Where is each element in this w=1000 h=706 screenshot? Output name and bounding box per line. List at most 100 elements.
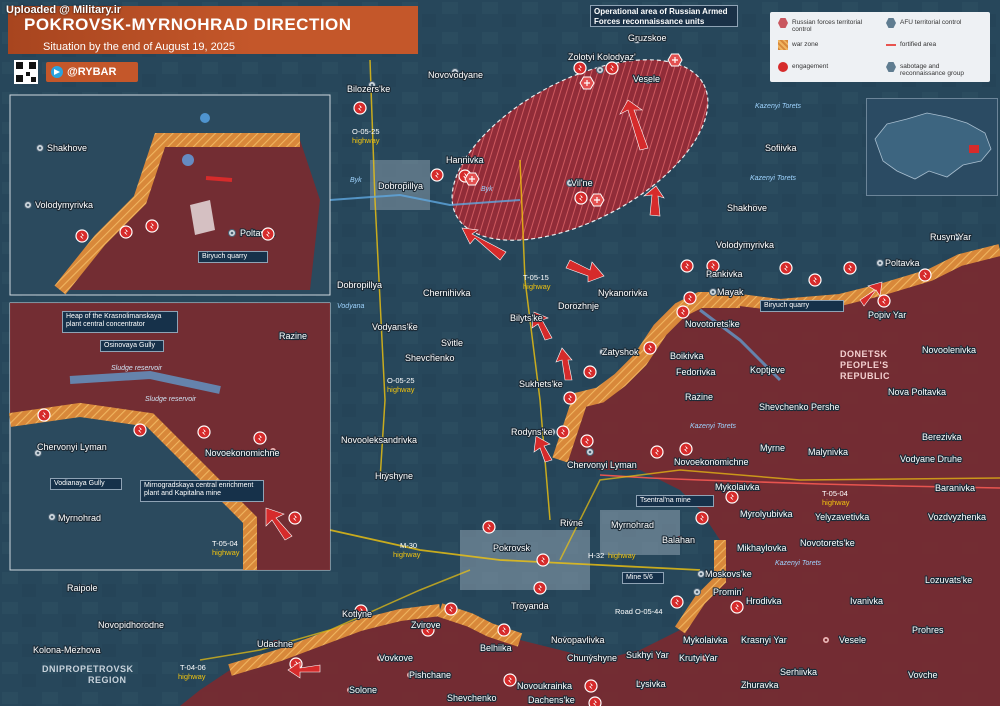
settlement-label: Zhuravka [741,680,779,690]
svg-text:highway: highway [212,548,240,557]
svg-text:highway: highway [393,550,421,559]
region-label-donetsk-1: DONETSK [840,349,888,359]
highway-label: Road O-05-44 [615,607,663,616]
settlement-label: Lozuvats'ke [925,575,972,585]
settlement-label: Nykanorivka [598,288,648,298]
brand-handle-button[interactable]: @RYBAR [46,62,138,82]
watermark-text: Uploaded @ Military.ir [6,4,122,16]
settlement-label: Gruzskoe [628,33,667,43]
settlement-label: Shevchenko [405,353,455,363]
inset-bottom-label-myrnohrad: Myrnohrad [58,513,101,523]
settlement-label: Raipole [67,583,98,593]
region-label-donetsk-3: REPUBLIC [840,371,890,381]
settlement-label: Pokrovsk [493,543,531,553]
settlement-label: Sukhets'ke [519,379,563,389]
page-subtitle: Situation by the end of August 19, 2025 [43,41,236,53]
river-label: Kazenyi Torets [755,103,802,110]
svg-text:highway: highway [608,551,636,560]
inset-top-callout-biryuch-quarry: Biryuch quarry [198,251,268,263]
settlement-label: Zatyshok [602,347,639,357]
qr-code-icon[interactable] [14,60,38,84]
ukraine-locator-map [866,98,998,196]
settlement-label: Serhiivka [780,667,817,677]
settlement-label: Vesele [839,635,866,645]
settlement-label: Yelyzavetivka [815,512,869,522]
inset-bottom-label-razine: Razine [279,331,307,341]
settlement-label: Rodyns'ke [511,427,553,437]
highway-label: O-05-25highway [352,127,380,145]
settlement-label: Pankivka [706,269,743,279]
settlement-label: Troyanda [511,601,549,611]
settlement-label: Belhiika [480,643,512,653]
settlement-label: Novoolenivka [922,345,976,355]
highway-label: T-05-04highway [822,489,850,507]
settlement-label: Promin' [713,587,744,597]
inset-bottom-label-novoekonomichne: Novoekonomichne [205,448,280,458]
region-label-dnipropetrovsk-2: REGION [88,675,127,685]
settlement-label: Nova Poltavka [888,387,946,397]
telegram-icon [51,66,63,78]
settlement-label: Dobropillya [337,280,382,290]
settlement-label: Rusyn Yar [930,232,971,242]
ukraine-outline [874,112,992,180]
settlement-label: Dachens'ke [528,695,575,705]
settlement-label: Dobropillya [378,181,423,191]
inset-bottom-label-chervonyi-lyman: Chervonyi Lyman [37,442,107,452]
highway-label: O-05-25highway [387,376,415,394]
settlement-label: Krutyi Yar [679,653,718,663]
settlement-label: Mykolaivka [715,482,760,492]
settlement-label: Bilozers'ke [347,84,390,94]
brand-handle: @RYBAR [67,66,117,78]
settlement-label: Ivanivka [850,596,883,606]
legend-panel: Russian forces territorial control AFU t… [770,12,990,82]
settlement-label: Krasnyi Yar [741,635,787,645]
settlement-label: Shakhove [727,203,767,213]
settlement-label: Hryshyne [375,471,413,481]
settlement-label: Malynivka [808,447,848,457]
settlement-label: Chernihivka [423,288,471,298]
region-label-dnipropetrovsk-1: DNIPROPETROVSK [42,664,134,674]
settlement-label: Vil'ne [571,178,593,188]
callout-mine-5-6: Mine 5/6 [622,572,664,584]
map-canvas: Shakhove Volodymyrivka Poltavka Razine C… [0,0,1000,706]
svg-text:highway: highway [352,136,380,145]
inset-label-sludge-reservoir-2: Sludge reservoir [145,396,196,403]
region-label-donetsk-2: PEOPLE'S [840,360,889,370]
svg-text:M-30: M-30 [400,541,417,550]
svg-text:O-05-25: O-05-25 [352,127,380,136]
settlement-label: Novoukrainka [517,681,572,691]
callout-biryuch-quarry: Biryuch quarry [760,300,844,312]
operational-area-note: Operational area of Russian Armed Forces… [590,5,738,27]
settlement-label: Volodymyrivka [716,240,774,250]
settlement-label: Solone [349,685,377,695]
settlement-label: Chervonyi Lyman [567,460,637,470]
highway-label: T-05-15highway [523,273,551,291]
settlement-label: Pishchane [409,670,451,680]
settlement-label: Boikivka [670,351,704,361]
settlement-label: Mikhaylovka [737,543,787,553]
afu-control-swatch [886,18,896,28]
inset-top-label-volodymyrivka: Volodymyrivka [35,200,93,210]
inset-label-osinovaya-gully: Osinovaya Gully [100,340,164,352]
inset-top-label-shakhove: Shakhove [47,143,87,153]
river-label: Vodyana [337,303,364,310]
inset-top: Shakhove Volodymyrivka Poltavka [9,94,331,296]
settlement-label: Novotorets'ke [800,538,855,548]
settlement-label: Svitle [441,338,463,348]
highway-label: H-32 highway [588,551,636,560]
fortified-area-line-icon [886,44,896,46]
svg-text:T-05-04: T-05-04 [212,539,238,548]
settlement-label: Novopavlivka [551,635,605,645]
settlement-label: Koptjeve [750,365,785,375]
settlement-label: Mykolaivka [683,635,728,645]
svg-text:O-05-25: O-05-25 [387,376,415,385]
myrnohrad-urban-area [600,510,680,555]
svg-text:highway: highway [822,498,850,507]
highway-label: T-04-06highway [178,663,206,681]
settlement-label: Vovche [908,670,938,680]
settlement-label: Zolotyi Kolodyaz' [568,52,636,62]
settlement-label: Myrolyubivka [740,509,793,519]
settlement-label: Vovkove [379,653,413,663]
river-label: Kazenyi Torets [690,423,737,430]
svg-text:H-32: H-32 [588,551,604,560]
